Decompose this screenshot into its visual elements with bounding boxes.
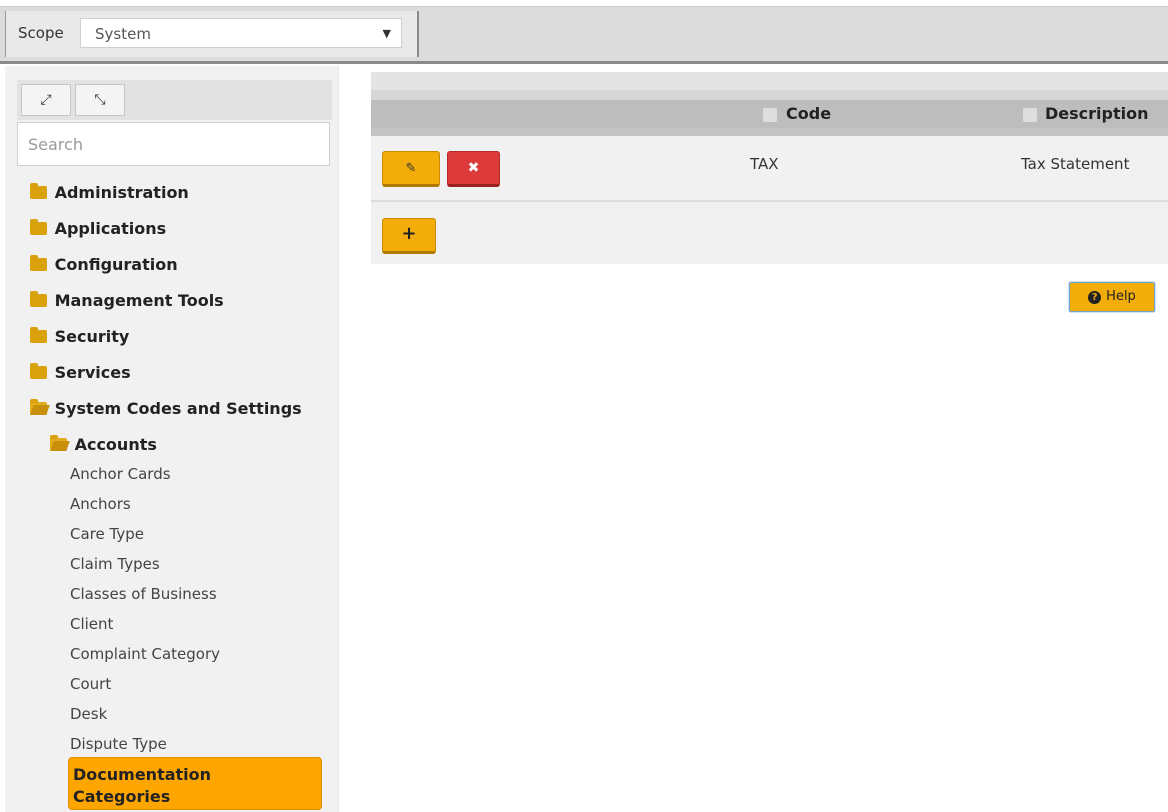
- plus-icon: +: [401, 223, 417, 244]
- scope-container: Scope System ▼: [5, 11, 419, 57]
- tree-item-court[interactable]: Court: [70, 675, 111, 693]
- edit-button[interactable]: ✎: [382, 151, 440, 187]
- folder-icon: [30, 255, 47, 271]
- tree-item-desk[interactable]: Desk: [70, 705, 107, 723]
- cell-description: Tax Statement: [1021, 155, 1130, 173]
- expand-all-button[interactable]: ⤢: [21, 84, 71, 116]
- collapse-all-button[interactable]: ⤡: [75, 84, 125, 116]
- add-button[interactable]: +: [382, 218, 436, 254]
- expand-icon: ⤢: [40, 92, 52, 108]
- tree-item-dispute-type[interactable]: Dispute Type: [70, 735, 167, 753]
- selected-item-label-line2: Categories: [73, 787, 171, 806]
- tree-folder-label: Administration: [54, 183, 189, 202]
- tree-item-claim-types[interactable]: Claim Types: [70, 555, 160, 573]
- tree-folder-accounts[interactable]: Accounts: [50, 435, 157, 454]
- tree-folder-security[interactable]: Security: [30, 327, 129, 346]
- tree-folder-label: Applications: [54, 219, 167, 238]
- tree-item-documentation-categories[interactable]: Documentation Categories: [68, 757, 322, 810]
- tree-folder-administration[interactable]: Administration: [30, 183, 189, 202]
- tree-item-classes-of-business[interactable]: Classes of Business: [70, 585, 217, 603]
- header-band: [371, 72, 1168, 90]
- tree-folder-services[interactable]: Services: [30, 363, 131, 382]
- tree-folder-label: Accounts: [74, 435, 157, 454]
- scope-label: Scope: [18, 24, 64, 42]
- tree-item-anchors[interactable]: Anchors: [70, 495, 131, 513]
- table-row: ✎ ✖ TAX Tax Statement: [371, 136, 1168, 200]
- tree-folder-label: Security: [54, 327, 130, 346]
- tree-folder-configuration[interactable]: Configuration: [30, 255, 178, 274]
- tree-folder-label: Management Tools: [54, 291, 224, 310]
- scope-selected-value: System: [95, 25, 151, 43]
- column-header-description[interactable]: Description: [1045, 100, 1148, 128]
- folder-open-icon: [50, 435, 67, 451]
- tree-folder-label: Services: [54, 363, 131, 382]
- tree-item-anchor-cards[interactable]: Anchor Cards: [70, 465, 171, 483]
- column-header-code[interactable]: Code: [786, 100, 831, 128]
- folder-open-icon: [30, 399, 47, 415]
- scope-bar: Scope System ▼: [0, 6, 1168, 64]
- folder-icon: [30, 291, 47, 307]
- folder-icon: [30, 363, 47, 379]
- tree-folder-applications[interactable]: Applications: [30, 219, 166, 238]
- cell-code: TAX: [750, 155, 779, 173]
- tree-toolbar: ⤢ ⤡: [17, 80, 332, 120]
- close-icon: ✖: [467, 160, 480, 176]
- tree-folder-system-codes-and-settings[interactable]: System Codes and Settings: [30, 399, 302, 418]
- tree-item-client[interactable]: Client: [70, 615, 113, 633]
- tree-folder-management-tools[interactable]: Management Tools: [30, 291, 224, 310]
- caret-down-icon: ▼: [382, 27, 391, 40]
- question-circle-icon: ?: [1088, 291, 1102, 304]
- column-chooser-description[interactable]: [1023, 108, 1037, 122]
- folder-icon: [30, 219, 47, 235]
- tree-folder-label: System Codes and Settings: [54, 399, 302, 418]
- selected-item-label-line1: Documentation: [73, 765, 212, 784]
- scope-dropdown[interactable]: System ▼: [80, 18, 402, 48]
- search-input[interactable]: [17, 122, 330, 166]
- tree-item-care-type[interactable]: Care Type: [70, 525, 144, 543]
- header-band: [371, 90, 1168, 100]
- column-chooser-code[interactable]: [763, 108, 777, 122]
- grid-footer: +: [371, 202, 1168, 264]
- help-label: Help: [1106, 289, 1136, 304]
- collapse-icon: ⤡: [94, 92, 106, 108]
- grid-header: Code Description: [371, 72, 1168, 136]
- help-button[interactable]: ? Help: [1069, 282, 1155, 312]
- tree-folder-label: Configuration: [54, 255, 178, 274]
- folder-icon: [30, 183, 47, 199]
- delete-button[interactable]: ✖: [447, 151, 500, 187]
- edit-icon: ✎: [405, 161, 417, 176]
- tree-item-complaint-category[interactable]: Complaint Category: [70, 645, 220, 663]
- folder-icon: [30, 327, 47, 343]
